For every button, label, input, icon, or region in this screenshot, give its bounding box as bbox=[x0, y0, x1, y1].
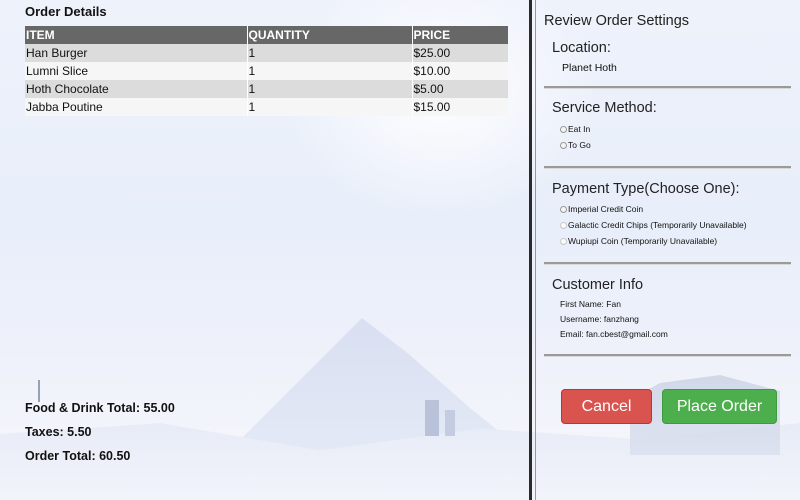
radio-label: Imperial Credit Coin bbox=[568, 204, 644, 214]
radio-button-icon bbox=[560, 237, 567, 245]
item-cell: Han Burger bbox=[25, 44, 248, 62]
service-method-label: Service Method: bbox=[552, 100, 657, 116]
column-header-quantity: QUANTITY bbox=[247, 26, 413, 44]
item-cell: Hoth Chocolate bbox=[25, 80, 248, 98]
payment-option-wupiupi: Wupiupi Coin (Temporarily Unavailable) bbox=[560, 236, 717, 246]
radio-label: Wupiupi Coin (Temporarily Unavailable) bbox=[568, 236, 718, 246]
column-header-price: PRICE bbox=[412, 26, 508, 44]
price-cell: $10.00 bbox=[412, 62, 508, 80]
payment-type-label: Payment Type(Choose One): bbox=[552, 181, 740, 197]
item-cell: Lumni Slice bbox=[25, 62, 248, 80]
radio-label: Eat In bbox=[568, 124, 591, 134]
price-cell: $15.00 bbox=[412, 98, 508, 116]
quantity-cell: 1 bbox=[247, 80, 413, 98]
customer-info-label: Customer Info bbox=[552, 277, 644, 293]
radio-label: Galactic Credit Chips (Temporarily Unava… bbox=[568, 220, 747, 230]
radio-label: To Go bbox=[568, 140, 591, 150]
quantity-cell: 1 bbox=[247, 44, 413, 62]
price-cell: $25.00 bbox=[412, 44, 508, 62]
order-totals: Food & Drink Total: 55.00 Taxes: 5.50 Or… bbox=[25, 400, 175, 472]
table-row: Han Burger 1 $25.00 bbox=[25, 44, 508, 62]
order-details-title: Order Details bbox=[25, 4, 107, 19]
settings-panel: Review Order Settings Location: Planet H… bbox=[535, 0, 800, 500]
location-value: Planet Hoth bbox=[562, 62, 617, 74]
radio-button-icon[interactable] bbox=[560, 125, 567, 133]
payment-option-galactic-credit: Galactic Credit Chips (Temporarily Unava… bbox=[560, 220, 747, 230]
table-header-row: ITEM QUANTITY PRICE bbox=[25, 26, 508, 44]
table-row: Lumni Slice 1 $10.00 bbox=[25, 62, 508, 80]
radio-button-icon[interactable] bbox=[560, 141, 567, 149]
order-panel: Order Details ITEM QUANTITY PRICE Han Bu… bbox=[0, 0, 532, 500]
taxes-total: Taxes: 5.50 bbox=[25, 425, 92, 439]
table-row: Hoth Chocolate 1 $5.00 bbox=[25, 80, 508, 98]
customer-first-name: First Name: Fan bbox=[560, 299, 621, 309]
review-settings-title: Review Order Settings bbox=[544, 13, 690, 29]
customer-email: Email: fan.cbest@gmail.com bbox=[560, 329, 668, 339]
location-label: Location: bbox=[552, 40, 611, 56]
table-row: Jabba Poutine 1 $15.00 bbox=[25, 98, 508, 116]
section-divider bbox=[544, 354, 791, 357]
place-order-button[interactable]: Place Order bbox=[662, 389, 777, 424]
cancel-button[interactable]: Cancel bbox=[561, 389, 652, 424]
section-divider bbox=[544, 86, 791, 89]
order-total: Order Total: 60.50 bbox=[25, 449, 131, 463]
section-divider bbox=[544, 166, 791, 169]
service-option-eat-in[interactable]: Eat In bbox=[560, 124, 590, 134]
customer-username: Username: fanzhang bbox=[560, 314, 639, 324]
item-cell: Jabba Poutine bbox=[25, 98, 248, 116]
service-option-to-go[interactable]: To Go bbox=[560, 140, 591, 150]
order-table: ITEM QUANTITY PRICE Han Burger 1 $25.00 … bbox=[25, 26, 508, 116]
radio-button-icon bbox=[560, 221, 567, 229]
price-cell: $5.00 bbox=[412, 80, 508, 98]
payment-option-imperial-credit[interactable]: Imperial Credit Coin bbox=[560, 204, 643, 214]
quantity-cell: 1 bbox=[247, 98, 413, 116]
food-drink-total: Food & Drink Total: 55.00 bbox=[25, 401, 175, 415]
section-divider bbox=[544, 262, 791, 265]
radio-button-icon[interactable] bbox=[560, 205, 567, 213]
column-header-item: ITEM bbox=[25, 26, 248, 44]
quantity-cell: 1 bbox=[247, 62, 413, 80]
